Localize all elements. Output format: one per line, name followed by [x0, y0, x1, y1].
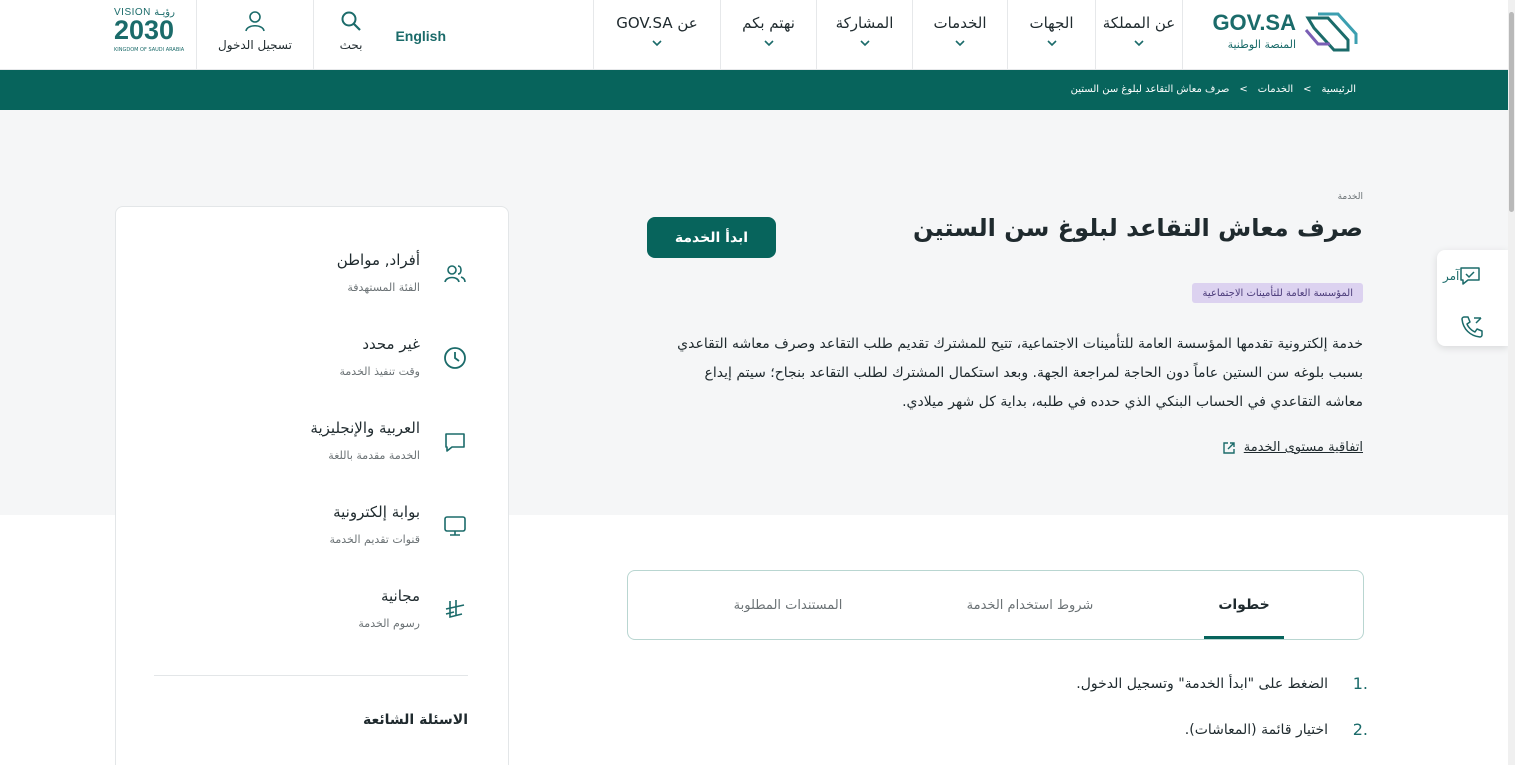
language-switch-button[interactable]: English: [395, 28, 446, 44]
sla-link-label: اتفاقية مستوى الخدمة: [1243, 440, 1363, 455]
breadcrumb: الرئيسية > الخدمات > صرف معاش التقاعد لب…: [1061, 84, 1356, 95]
user-icon: [245, 11, 265, 32]
site-header: GOV.SA المنصة الوطنية عن المملكة الجهات …: [0, 0, 1508, 70]
breadcrumb-bar: الرئيسية > الخدمات > صرف معاش التقاعد لب…: [0, 70, 1508, 110]
login-label: تسجيل الدخول: [218, 38, 292, 52]
search-icon: [341, 11, 361, 31]
info-label: وقت تنفيذ الخدمة: [339, 365, 420, 378]
service-info-card: أفراد, مواطن الفئة المستهدفة غير محدد وق…: [115, 206, 509, 765]
nav-item-agencies[interactable]: الجهات: [1007, 0, 1095, 69]
service-description: خدمة إلكترونية تقدمها المؤسسة العامة للت…: [677, 336, 1363, 410]
nav-label: الجهات: [1029, 14, 1074, 32]
start-service-button[interactable]: ابدأ الخدمة: [647, 217, 776, 258]
chevron-down-icon: [955, 40, 965, 47]
step-text: الضغط على "ابدأ الخدمة" وتسجيل الدخول.: [1076, 675, 1328, 692]
search-button[interactable]: بحث: [313, 0, 388, 69]
chevron-down-icon: [1046, 40, 1057, 47]
amr-label: آمر: [1443, 269, 1460, 283]
info-fees: مجانية رسوم الخدمة: [148, 587, 468, 647]
info-value: بوابة إلكترونية: [333, 503, 420, 521]
riyal-icon: [445, 600, 465, 619]
nav-label: المشاركة: [835, 14, 894, 32]
gov-sa-logo[interactable]: GOV.SA المنصة الوطنية: [1212, 8, 1358, 58]
external-link-icon: [1223, 441, 1235, 454]
info-target-audience: أفراد, مواطن الفئة المستهدفة: [148, 251, 468, 311]
vision-line2: 2030: [114, 15, 175, 45]
list-item: 2. اختيار قائمة (المعاشات).: [1185, 720, 1368, 739]
info-value: مجانية: [380, 587, 420, 605]
tab-documents[interactable]: المستندات المطلوبة: [713, 571, 863, 639]
info-value: العربية والإنجليزية: [310, 419, 420, 437]
chevron-down-icon: [652, 40, 662, 47]
breadcrumb-current: صرف معاش التقاعد لبلوغ سن الستين: [1070, 84, 1230, 95]
info-label: رسوم الخدمة: [358, 617, 420, 630]
tab-terms[interactable]: شروط استخدام الخدمة: [945, 571, 1115, 639]
step-number: 2.: [1352, 720, 1368, 739]
breadcrumb-services[interactable]: الخدمات: [1258, 84, 1293, 95]
service-eyebrow: الخدمة: [1337, 192, 1363, 202]
amr-chat-button[interactable]: آمر: [1443, 266, 1481, 286]
info-label: قنوات تقديم الخدمة: [329, 533, 420, 546]
logo-brand: GOV.SA: [1212, 10, 1296, 35]
info-language: العربية والإنجليزية الخدمة مقدمة باللغة: [148, 419, 468, 479]
sidebar-divider: [154, 675, 468, 676]
nav-item-about-govsa[interactable]: عن GOV.SA: [593, 0, 720, 69]
clock-icon: [444, 347, 466, 369]
tab-steps[interactable]: خطوات: [1204, 571, 1284, 639]
info-channels: بوابة إلكترونية قنوات تقديم الخدمة: [148, 503, 468, 563]
page-scrollbar[interactable]: [1508, 0, 1515, 765]
info-duration: غير محدد وقت تنفيذ الخدمة: [148, 335, 468, 395]
nav-label: نهتم بكم: [742, 14, 795, 32]
step-text: اختيار قائمة (المعاشات).: [1184, 721, 1328, 738]
service-tabs: خطوات شروط استخدام الخدمة المستندات المط…: [627, 570, 1364, 640]
vision-2030-logo: VISION رؤيـة 2030 KINGDOM OF SAUDI ARABI…: [112, 5, 192, 59]
main-nav: عن المملكة الجهات الخدمات المشاركة نهتم …: [593, 0, 1183, 69]
nav-item-we-care[interactable]: نهتم بكم: [720, 0, 816, 69]
chevron-down-icon: [1134, 40, 1144, 47]
breadcrumb-home[interactable]: الرئيسية: [1322, 84, 1356, 95]
nav-item-services[interactable]: الخدمات: [912, 0, 1007, 69]
info-label: الفئة المستهدفة: [347, 281, 420, 294]
users-icon: [444, 265, 466, 283]
info-label: الخدمة مقدمة باللغة: [328, 449, 420, 462]
nav-item-about-kingdom[interactable]: عن المملكة: [1095, 0, 1183, 69]
logo-subtitle: المنصة الوطنية: [1227, 38, 1296, 51]
scrollbar-thumb[interactable]: [1509, 12, 1514, 212]
chevron-down-icon: [859, 40, 870, 47]
info-value: غير محدد: [362, 335, 420, 353]
faq-title: الاسئلة الشائعة: [363, 712, 468, 728]
sla-link[interactable]: اتفاقية مستوى الخدمة: [1222, 440, 1363, 455]
breadcrumb-separator: >: [1239, 84, 1248, 95]
page-title: صرف معاش التقاعد لبلوغ سن الستين: [913, 214, 1363, 242]
floating-help-widget: آمر: [1437, 250, 1508, 346]
nav-label: الخدمات: [933, 14, 987, 32]
chevron-down-icon: [763, 40, 774, 47]
nav-label: عن GOV.SA: [616, 14, 698, 32]
step-number: 1.: [1352, 674, 1368, 693]
search-label: بحث: [339, 38, 363, 52]
list-item: 1. الضغط على "ابدأ الخدمة" وتسجيل الدخول…: [1076, 674, 1368, 693]
info-value: أفراد, مواطن: [336, 251, 420, 269]
gov-sa-logo-icon: [1304, 12, 1358, 52]
chat-bubble-icon: [1460, 267, 1481, 285]
breadcrumb-separator: >: [1303, 84, 1312, 95]
vision-line3: KINGDOM OF SAUDI ARABIA: [114, 47, 185, 53]
chat-icon: [445, 433, 465, 452]
nav-item-participation[interactable]: المشاركة: [816, 0, 912, 69]
login-button[interactable]: تسجيل الدخول: [196, 0, 313, 69]
nav-label: عن المملكة: [1102, 14, 1176, 32]
phone-icon[interactable]: [1459, 314, 1485, 340]
agency-badge[interactable]: المؤسسة العامة للتأمينات الاجتماعية: [1192, 283, 1363, 303]
monitor-icon: [444, 516, 466, 536]
